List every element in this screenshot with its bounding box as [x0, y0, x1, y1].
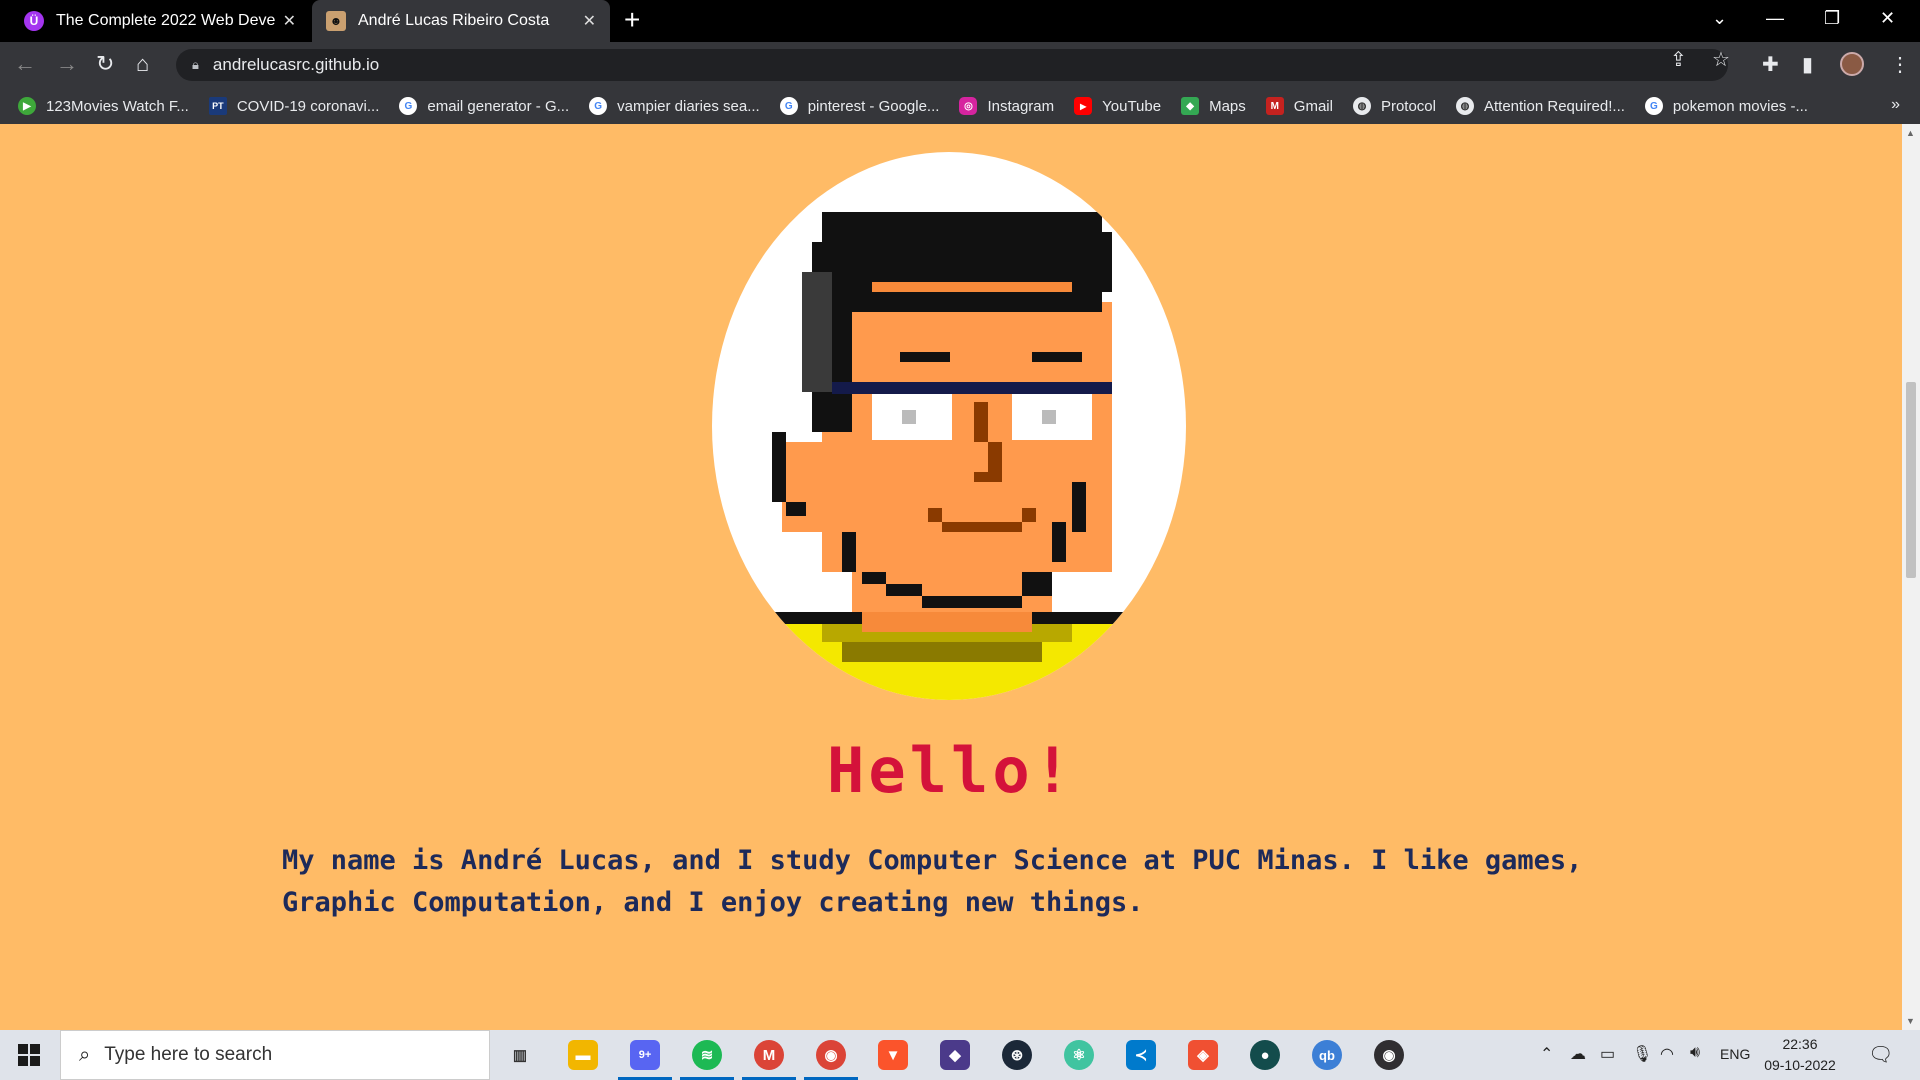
back-icon[interactable]: ← [14, 52, 36, 76]
page-scrollbar[interactable]: ▲ ▼ [1902, 124, 1920, 1030]
obs-icon[interactable]: ◉ [1374, 1040, 1404, 1070]
url-text[interactable]: andrelucasrc.github.io [213, 55, 379, 75]
chrome-profile-icon[interactable]: M [742, 1040, 796, 1080]
profile-avatar[interactable] [1840, 52, 1864, 76]
gmail-icon: M [1265, 97, 1284, 115]
intro-paragraph: My name is André Lucas, and I study Comp… [282, 845, 1583, 918]
lock-icon[interactable]: 🔒︎ [192, 57, 199, 73]
wifi-icon[interactable]: ◠ [1660, 1044, 1674, 1064]
google-icon: G [399, 97, 418, 115]
reload-icon[interactable]: ↻ [96, 52, 114, 76]
close-window-button[interactable]: ✕ [1880, 8, 1895, 29]
side-panel-icon[interactable]: ▮ [1802, 52, 1813, 77]
google-icon: G [589, 97, 608, 115]
atom-icon[interactable]: ⚛ [1064, 1040, 1094, 1070]
taskbar-search-input[interactable]: ⌕ Type here to search [60, 1030, 490, 1080]
task-view-icon[interactable]: ▥ [505, 1040, 535, 1070]
bookmark-item[interactable]: M Gmail [1265, 97, 1333, 115]
pixel-avatar-drawing [772, 212, 1132, 700]
page-viewport: Hello! My name is André Lucas, and I stu… [0, 124, 1902, 1030]
pt-icon: PT [208, 97, 227, 115]
tab-search-icon[interactable]: ⌄ [1712, 8, 1727, 29]
volume-icon[interactable]: 🔊︎ [1690, 1044, 1700, 1062]
search-icon: ⌕ [79, 1043, 91, 1066]
steam-icon[interactable]: ⊛ [1002, 1040, 1032, 1070]
bookmark-item[interactable]: ▶ 123Movies Watch F... [18, 97, 189, 115]
tray-chevron-icon[interactable]: ⌃ [1540, 1044, 1553, 1064]
clock[interactable]: 22:36 09-10-2022 [1760, 1034, 1840, 1076]
more-bookmarks-icon[interactable]: » [1891, 96, 1900, 114]
microphone-icon[interactable]: 🎙︎ [1632, 1044, 1652, 1064]
bookmark-item[interactable]: ◆ Maps [1181, 97, 1246, 115]
qbittorrent-icon[interactable]: qb [1312, 1040, 1342, 1070]
clock-date: 09-10-2022 [1764, 1057, 1836, 1073]
play-icon: ▶ [18, 97, 36, 115]
share-icon[interactable]: ⇪ [1670, 47, 1687, 72]
clock-time: 22:36 [1782, 1036, 1818, 1052]
windows-start-icon[interactable] [18, 1044, 40, 1066]
scrollbar-thumb[interactable] [1906, 382, 1916, 578]
tab-title: The Complete 2022 Web Develop [56, 12, 275, 29]
gitkraken-icon[interactable]: ● [1250, 1040, 1280, 1070]
pixel-art-avatar [712, 152, 1186, 700]
tab-udemy[interactable]: Ü The Complete 2022 Web Develop ✕ [10, 0, 310, 42]
instagram-icon: ◎ [959, 97, 978, 115]
greeting-heading: Hello! [827, 734, 1075, 807]
scroll-up-icon[interactable]: ▲ [1906, 128, 1915, 138]
maps-icon: ◆ [1181, 97, 1200, 115]
notification-icon[interactable]: 🗨︎ [1868, 1042, 1893, 1067]
bookmark-item[interactable]: Gemail generator - G... [399, 97, 569, 115]
address-bar[interactable]: 🔒︎ andrelucasrc.github.io [176, 49, 1728, 81]
menu-icon[interactable]: ⋮ [1890, 52, 1910, 77]
globe-icon: ◍ [1455, 97, 1474, 115]
new-tab-button[interactable]: + [624, 6, 640, 34]
google-icon: G [1644, 97, 1663, 115]
udemy-icon: Ü [24, 11, 44, 31]
tab-active-portfolio[interactable]: ☻ André Lucas Ribeiro Costa ✕ [312, 0, 610, 42]
tab-strip: Ü The Complete 2022 Web Develop ✕ ☻ Andr… [0, 0, 1920, 42]
restore-button[interactable]: ❐ [1824, 8, 1840, 29]
windows-taskbar: ⌕ Type here to search ▥ ▬ 9+ ≋ M ◉ ▼ ◆ ⊛… [0, 1030, 1920, 1080]
bookmark-item[interactable]: Gpokemon movies -... [1644, 97, 1808, 115]
bookmark-item[interactable]: ◎ Instagram [959, 97, 1054, 115]
spotify-icon[interactable]: ≋ [680, 1040, 734, 1080]
browser-toolbar: ← → ↻ ⌂ 🔒︎ andrelucasrc.github.io ⇪ ☆ ✚ … [0, 42, 1920, 88]
pixel-avatar-icon: ☻ [326, 11, 346, 31]
cloud-off-icon[interactable]: ☁ [1570, 1044, 1586, 1064]
language-indicator[interactable]: ENG [1720, 1046, 1750, 1062]
discord-icon[interactable]: 9+ [618, 1040, 672, 1080]
tab-title: André Lucas Ribeiro Costa [358, 12, 550, 29]
battery-icon[interactable]: ▭ [1600, 1044, 1615, 1064]
youtube-icon: ▶ [1074, 97, 1093, 115]
home-icon[interactable]: ⌂ [136, 52, 149, 76]
search-placeholder: Type here to search [104, 1044, 273, 1065]
forward-icon[interactable]: → [56, 52, 78, 76]
bookmark-item[interactable]: Gpinterest - Google... [779, 97, 939, 115]
bookmark-item[interactable]: Gvampier diaries sea... [589, 97, 760, 115]
google-icon: G [779, 97, 798, 115]
app-diamond-icon[interactable]: ◆ [940, 1040, 970, 1070]
bookmarks-bar: ▶ 123Movies Watch F... PT COVID-19 coronav… [0, 88, 1920, 124]
bookmark-star-icon[interactable]: ☆ [1712, 47, 1730, 72]
extensions-icon[interactable]: ✚ [1762, 52, 1779, 77]
vscode-icon[interactable]: ≺ [1126, 1040, 1156, 1070]
git-icon[interactable]: ◈ [1188, 1040, 1218, 1070]
brave-icon[interactable]: ▼ [878, 1040, 908, 1070]
bookmark-item[interactable]: ◍ Protocol [1352, 97, 1436, 115]
file-explorer-icon[interactable]: ▬ [568, 1040, 598, 1070]
minimize-button[interactable]: — [1766, 8, 1784, 29]
chrome-icon[interactable]: ◉ [804, 1040, 858, 1080]
bookmark-item[interactable]: PT COVID-19 coronavi... [208, 97, 379, 115]
close-tab-icon[interactable]: ✕ [583, 11, 596, 31]
globe-icon: ◍ [1352, 97, 1371, 115]
close-tab-icon[interactable]: ✕ [283, 11, 296, 31]
scroll-down-icon[interactable]: ▼ [1906, 1016, 1915, 1026]
bookmark-item[interactable]: ▶ YouTube [1074, 97, 1161, 115]
bookmark-item[interactable]: ◍ Attention Required!... [1455, 97, 1625, 115]
